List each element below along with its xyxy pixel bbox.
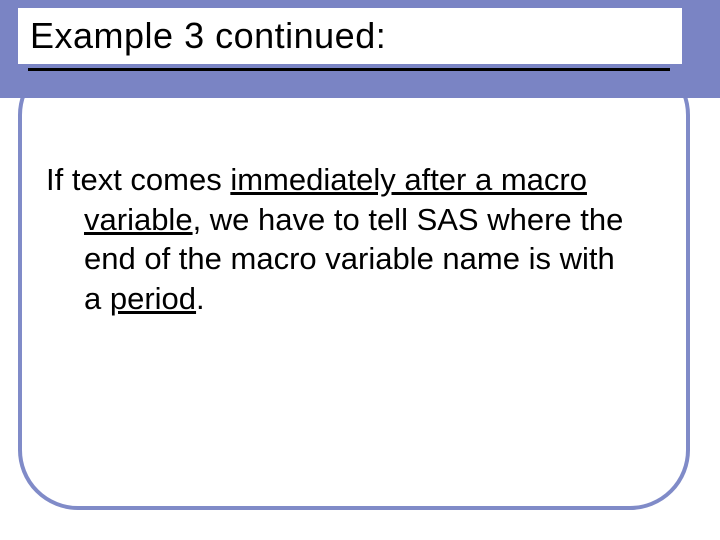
slide-title: Example 3 continued: [30, 15, 386, 57]
body-text-3: end of the macro variable name is with [84, 241, 615, 276]
body-underline-1: immediately after a macro [230, 162, 587, 197]
slide-body: If text comes immediately after a macro … [46, 160, 666, 319]
body-underline-3: period [110, 281, 196, 316]
body-underline-2: variable [84, 202, 193, 237]
body-text-4: a [84, 281, 110, 316]
body-text-1: If text comes [46, 162, 230, 197]
title-underline [28, 68, 670, 71]
body-paragraph: If text comes immediately after a macro … [46, 160, 666, 319]
body-text-5: . [196, 281, 205, 316]
title-container: Example 3 continued: [18, 8, 682, 64]
body-text-2: , we have to tell SAS where the [193, 202, 624, 237]
